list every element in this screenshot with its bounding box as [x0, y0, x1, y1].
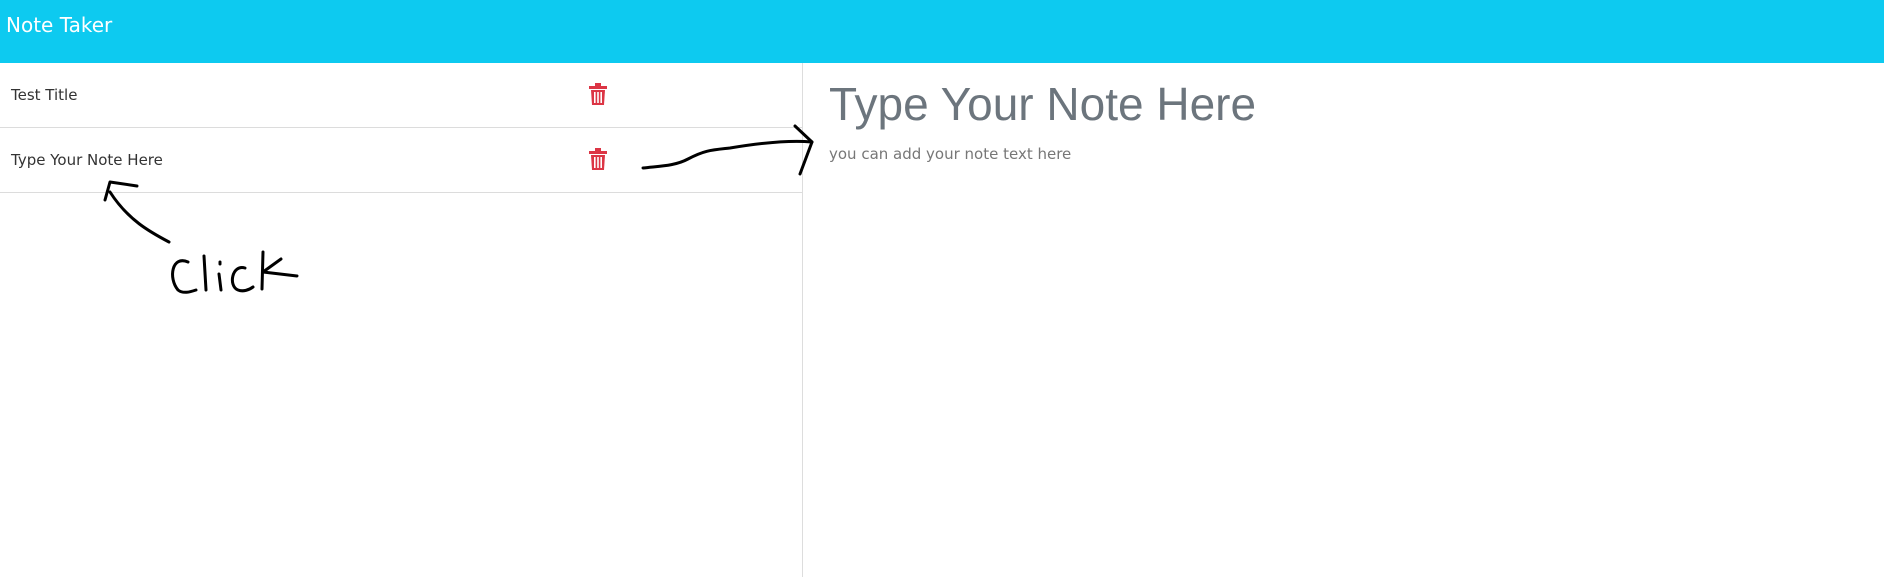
trash-icon[interactable]	[589, 148, 607, 170]
note-editor	[803, 63, 1884, 577]
note-list: Test Title Type Your Note Here	[0, 63, 802, 193]
notes-list-panel: Test Title Type Your Note Here	[0, 63, 803, 577]
trash-icon[interactable]	[589, 83, 607, 105]
note-item-title[interactable]: Type Your Note Here	[11, 151, 163, 169]
note-list-item[interactable]: Type Your Note Here	[0, 128, 802, 193]
note-list-item[interactable]: Test Title	[0, 63, 802, 128]
brand-link[interactable]: Note Taker	[6, 13, 112, 37]
note-text-input[interactable]	[829, 145, 1829, 545]
navbar: Note Taker	[0, 0, 1884, 63]
note-item-title[interactable]: Test Title	[11, 86, 77, 104]
note-title-input[interactable]	[829, 77, 1829, 131]
